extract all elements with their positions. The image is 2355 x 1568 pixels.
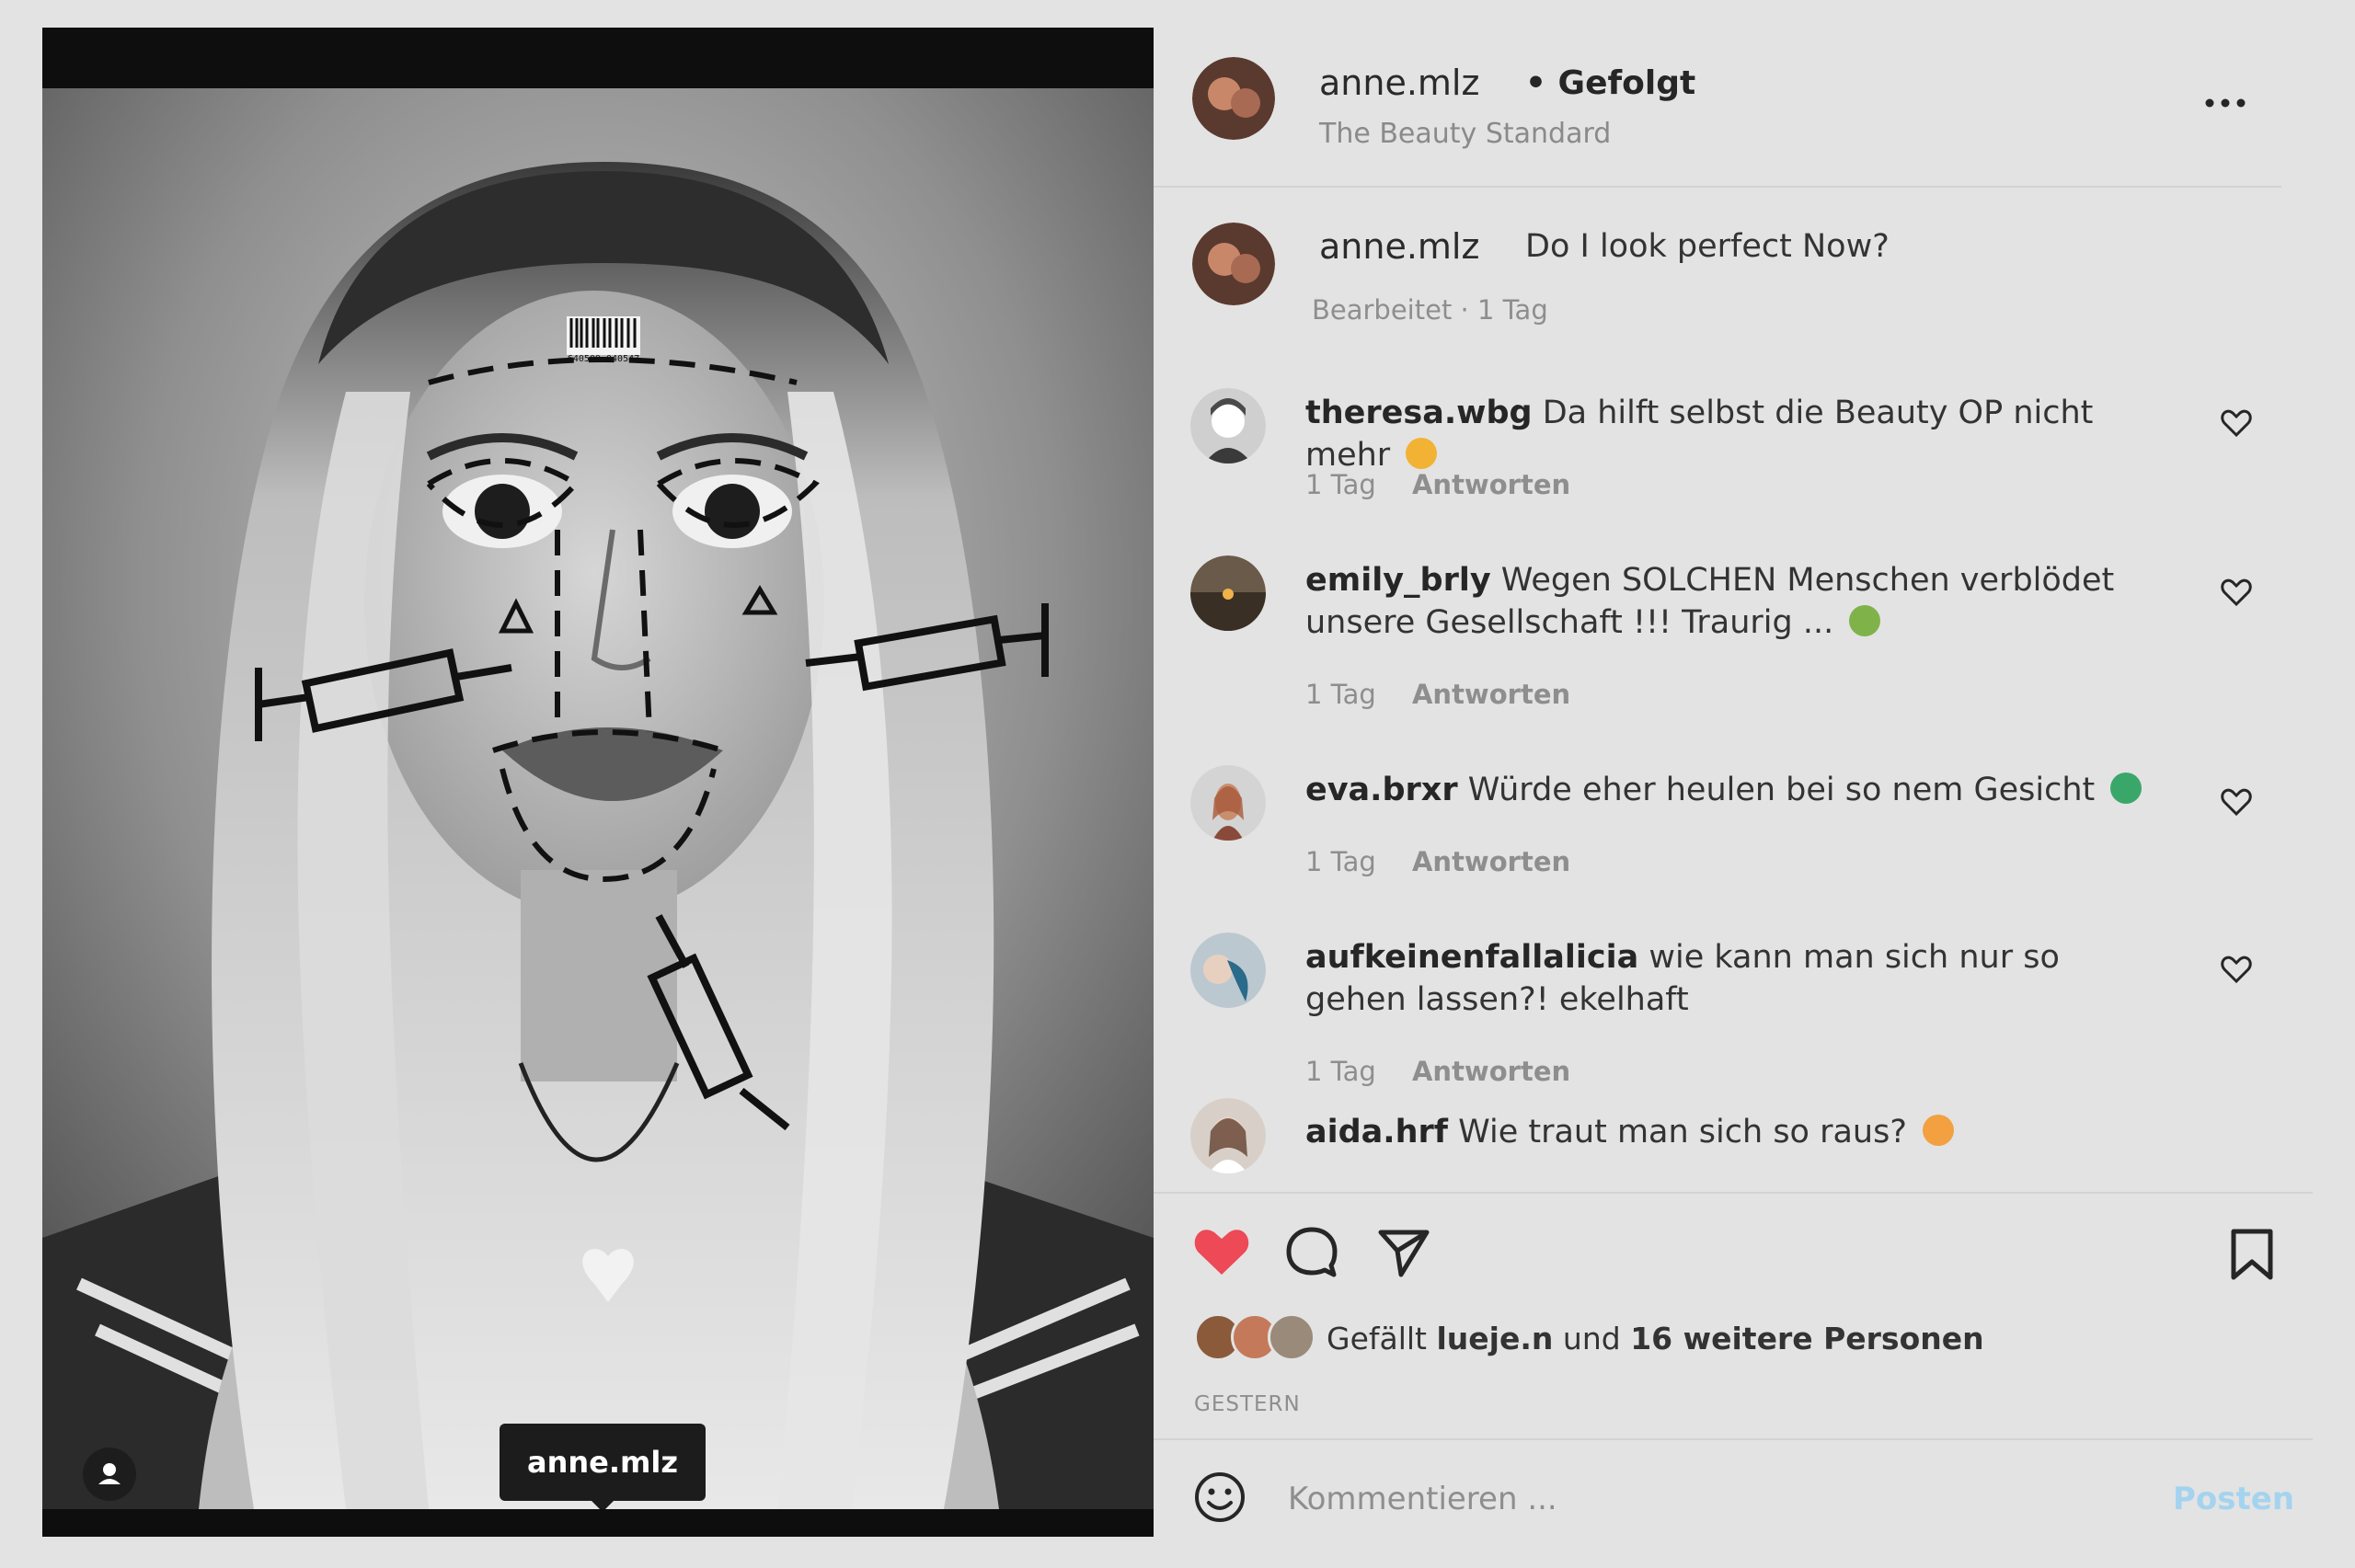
- comment-1-meta: 1 Tag Antworten: [1305, 469, 1598, 500]
- send-icon[interactable]: [1376, 1225, 1431, 1280]
- heart-outline-icon[interactable]: [2221, 955, 2252, 984]
- comment-2-meta: 1 Tag Antworten: [1305, 679, 1598, 710]
- svg-text:640509-040547: 640509-040547: [568, 354, 639, 364]
- shocked-emoji-icon: [1923, 1115, 1955, 1146]
- rolling-eyes-emoji-icon: [1406, 438, 1438, 469]
- comment-avatar[interactable]: [1190, 933, 1266, 1008]
- post-comment-button[interactable]: Posten: [2173, 1481, 2294, 1517]
- comment-input[interactable]: Kommentieren ...: [1288, 1481, 1557, 1517]
- comment-text: Würde eher heulen bei so nem Gesicht: [1467, 772, 2096, 808]
- header-divider: [1154, 186, 2281, 188]
- comment-1: theresa.wbg Da hilft selbst die Beauty O…: [1305, 392, 2161, 476]
- caption-username[interactable]: anne.mlz: [1319, 226, 1479, 267]
- author-subtitle[interactable]: The Beauty Standard: [1319, 118, 1611, 150]
- input-divider: [1154, 1438, 2313, 1440]
- avatar: [1268, 1313, 1315, 1361]
- author-avatar[interactable]: [1192, 57, 1275, 140]
- comment-avatar[interactable]: [1190, 388, 1266, 464]
- tagged-username-bubble[interactable]: anne.mlz: [500, 1424, 706, 1509]
- comment-username[interactable]: aida.hrf: [1305, 1114, 1448, 1150]
- post-photo[interactable]: 640509-040547 anne.mlz: [42, 88, 1154, 1509]
- likes-summary[interactable]: Gefällt lueje.n und 16 weitere Personen: [1327, 1321, 1984, 1356]
- comment-username[interactable]: eva.brxr: [1305, 772, 1458, 808]
- comment-avatar[interactable]: [1190, 1098, 1266, 1173]
- comment-avatar[interactable]: [1190, 555, 1266, 631]
- comment-username[interactable]: theresa.wbg: [1305, 395, 1533, 431]
- likes-middle: und: [1562, 1321, 1621, 1356]
- barcode-sticker: 640509-040547: [567, 316, 640, 364]
- reply-button[interactable]: Antworten: [1412, 1056, 1570, 1087]
- heart-outline-icon[interactable]: [2221, 578, 2252, 607]
- post-sidebar: anne.mlz • Gefolgt The Beauty Standard a…: [1154, 28, 2313, 1537]
- author-username[interactable]: anne.mlz: [1319, 63, 1479, 103]
- likes-others[interactable]: 16 weitere Personen: [1630, 1321, 1983, 1356]
- bookmark-icon[interactable]: [2226, 1227, 2278, 1282]
- likes-prefix: Gefällt: [1327, 1321, 1427, 1356]
- more-horizontal-icon[interactable]: [2202, 94, 2248, 112]
- comment-time: 1 Tag: [1305, 1056, 1376, 1087]
- tagged-user-icon[interactable]: [83, 1448, 136, 1501]
- comment-avatar[interactable]: [1190, 765, 1266, 841]
- smiley-icon[interactable]: [1192, 1470, 1247, 1525]
- comment-text: Wie traut man sich so raus?: [1458, 1114, 1907, 1150]
- comment-3-meta: 1 Tag Antworten: [1305, 846, 1598, 877]
- comments-divider: [1154, 1192, 2313, 1194]
- comment-5: aida.hrf Wie traut man sich so raus?: [1305, 1111, 2161, 1153]
- heart-filled-icon[interactable]: [1192, 1225, 1251, 1278]
- caption-text: Do I look perfect Now?: [1525, 228, 1890, 265]
- comment-username[interactable]: aufkeinenfallalicia: [1305, 939, 1638, 976]
- reply-button[interactable]: Antworten: [1412, 679, 1570, 710]
- sick-emoji-icon: [2110, 773, 2142, 804]
- comment-time: 1 Tag: [1305, 469, 1376, 500]
- comment-2: emily_brly Wegen SOLCHEN Menschen verblö…: [1305, 559, 2161, 644]
- heart-outline-icon[interactable]: [2221, 787, 2252, 817]
- likes-user[interactable]: lueje.n: [1437, 1321, 1554, 1356]
- comment-icon[interactable]: [1284, 1225, 1339, 1280]
- comment-time: 1 Tag: [1305, 679, 1376, 710]
- comment-username[interactable]: emily_brly: [1305, 562, 1491, 599]
- comment-4-meta: 1 Tag Antworten: [1305, 1056, 1598, 1087]
- portrait-image: 640509-040547: [42, 88, 1154, 1509]
- comment-time: 1 Tag: [1305, 846, 1376, 877]
- comment-3: eva.brxr Würde eher heulen bei so nem Ge…: [1305, 769, 2161, 811]
- post-photo-panel: 640509-040547 anne.mlz: [42, 28, 1154, 1537]
- caption-avatar[interactable]: [1192, 223, 1275, 305]
- nauseated-emoji-icon: [1849, 605, 1881, 636]
- follow-status[interactable]: • Gefolgt: [1525, 64, 1695, 102]
- caption-meta: Bearbeitet · 1 Tag: [1312, 294, 1548, 326]
- post-date[interactable]: GESTERN: [1194, 1392, 1301, 1416]
- comment-4: aufkeinenfallalicia wie kann man sich nu…: [1305, 936, 2161, 1021]
- reply-button[interactable]: Antworten: [1412, 846, 1570, 877]
- reply-button[interactable]: Antworten: [1412, 469, 1570, 500]
- heart-outline-icon[interactable]: [2221, 408, 2252, 438]
